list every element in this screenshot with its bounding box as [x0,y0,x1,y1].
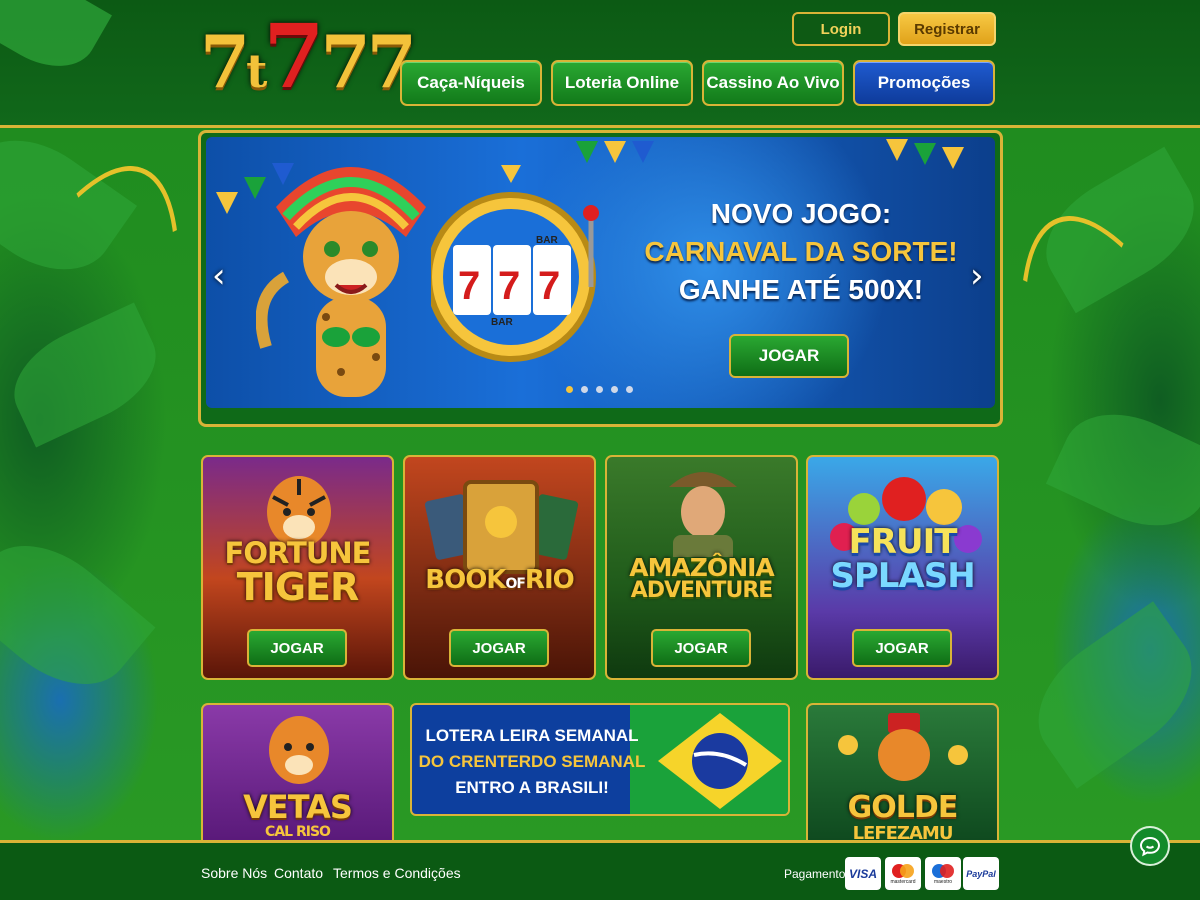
slot-reel-symbol: 7 [498,264,521,308]
tiger-illustration [269,716,329,784]
game-title: FORTUNE TIGER [203,536,392,609]
game-title-line-2: TIGER [236,565,359,609]
banner-play-button[interactable]: JOGAR [729,334,849,378]
logo-red-seven: 7 [263,4,324,108]
slot-bar-label: BAR [536,235,558,246]
footer-link-contact[interactable]: Contato [274,865,323,881]
game-title-part: OF [505,576,525,592]
banner-headline: NOVO JOGO: CARNAVAL DA SORTE! GANHE ATÉ … [631,195,971,309]
brazil-flag-icon [650,705,788,814]
nav-slots[interactable]: Caça-Níqueis [400,60,542,106]
chat-support-button[interactable] [1130,826,1170,866]
banner-prev-arrow[interactable]: ‹ [212,256,226,296]
bunting-flag [914,143,936,165]
visa-text: VISA [848,866,877,881]
bunting-flag [942,147,964,169]
game-title: FRUIT SPLASH [808,525,997,593]
site-footer: Sobre Nós Contato Termos e Condições Pag… [0,840,1200,900]
maestro-icon: maestro [925,857,961,890]
game-card-golde[interactable]: GOLDE LEFEZAMU [806,703,999,840]
game-card-book-of-rio[interactable]: BOOKOFRIO JOGAR [403,455,596,680]
lottery-line-2: DO CRENTERDO SEMANAL [418,752,646,771]
jaguar-mascot-illustration [256,167,426,397]
mastercard-icon: mastercard [885,857,921,890]
game-card-amazonia-adventure[interactable]: AMAZÔNIA ADVENTURE JOGAR [605,455,798,680]
lottery-text: LOTERA LEIRA SEMANAL DO CRENTERDO SEMANA… [418,723,646,801]
game-title-part: RIO [524,565,575,595]
mastercard-circles [892,863,914,878]
mastercard-caption: mastercard [890,878,916,885]
game-title: VETAS [243,788,353,826]
register-button[interactable]: Registrar [898,12,996,46]
slot-bar-label: BAR [491,317,513,328]
lottery-line-3: ENTRO A BRASILI! [455,778,609,797]
paypal-icon: PayPal [963,857,999,890]
game-title-line-1: AMAZÔNIA [629,553,775,582]
banner-line-2: CARNAVAL DA SORTE! [644,236,958,267]
game-title: BOOKOFRIO [405,567,594,593]
game-title-line-2: SPLASH [830,556,975,596]
nav-lottery[interactable]: Loteria Online [551,60,693,106]
game-card-fortune-tiger[interactable]: FORTUNE TIGER JOGAR [201,455,394,680]
banner-dot[interactable] [566,386,573,393]
bunting-flag [604,141,626,163]
banner-dot[interactable] [581,386,588,393]
visa-icon: VISA [845,857,881,890]
logo-sevens: 77 [320,19,417,104]
game-title-part: BOOK [425,565,506,595]
banner-dot[interactable] [596,386,603,393]
game-title: GOLDE [847,790,959,825]
game-subtitle: LEFEZAMU [852,823,954,841]
bunting-flag [216,192,238,214]
maestro-caption: maestro [933,878,953,885]
game-card-fruit-splash[interactable]: FRUIT SPLASH JOGAR [806,455,999,680]
footer-link-terms[interactable]: Termos e Condições [333,865,461,881]
chat-bubble-icon [1139,836,1161,857]
banner-dot[interactable] [611,386,618,393]
banner-dot[interactable] [626,386,633,393]
nav-live-casino[interactable]: Cassino Ao Vivo [702,60,844,106]
weekly-lottery-banner[interactable]: LOTERA LEIRA SEMANAL DO CRENTERDO SEMANA… [410,703,790,816]
slot-reel-symbol: 7 [458,264,481,308]
game-card-vetas[interactable]: VETAS CAL RISO [201,703,394,840]
bunting-flag [632,141,654,163]
game-play-button[interactable]: JOGAR [449,629,549,667]
leprechaun-illustration [838,713,968,781]
explorer-illustration [669,472,737,557]
lottery-line-1: LOTERA LEIRA SEMANAL [425,726,639,745]
game-subtitle: CAL RISO [265,824,331,840]
site-header: 7t777 Login Registrar Caça-Níqueis Loter… [0,0,1200,128]
logo-t: t [246,44,267,98]
logo-seven: 7 [200,19,250,104]
game-title-line-1: FORTUNE [224,536,372,570]
game-play-button[interactable]: JOGAR [852,629,952,667]
banner-next-arrow[interactable]: › [970,256,984,296]
banner-line-1: NOVO JOGO: [710,198,892,229]
game-title: AMAZÔNIA ADVENTURE [607,555,796,602]
login-button[interactable]: Login [792,12,890,46]
footer-link-about[interactable]: Sobre Nós [201,865,267,881]
game-title-line-1: FRUIT [848,522,958,562]
maestro-circles [932,863,954,878]
site-logo[interactable]: 7t777 [200,10,417,104]
bunting-flag [886,139,908,161]
game-play-button[interactable]: JOGAR [651,629,751,667]
slot-reel-symbol: 7 [538,264,561,308]
paypal-text: PayPal [966,868,996,879]
palm-leaf-decoration [0,0,112,85]
banner-line-3: GANHE ATÉ 500X! [678,274,924,305]
banner-pagination [566,386,633,393]
game-title-line-2: ADVENTURE [630,578,774,603]
nav-promotions[interactable]: Promoções [853,60,995,106]
payment-label: Pagamento: [784,867,849,881]
game-play-button[interactable]: JOGAR [247,629,347,667]
book-illustration [424,480,579,574]
hero-banner[interactable]: 7 7 7 BAR BAR NOVO JOGO: CARNAVAL DA SOR… [206,137,995,408]
